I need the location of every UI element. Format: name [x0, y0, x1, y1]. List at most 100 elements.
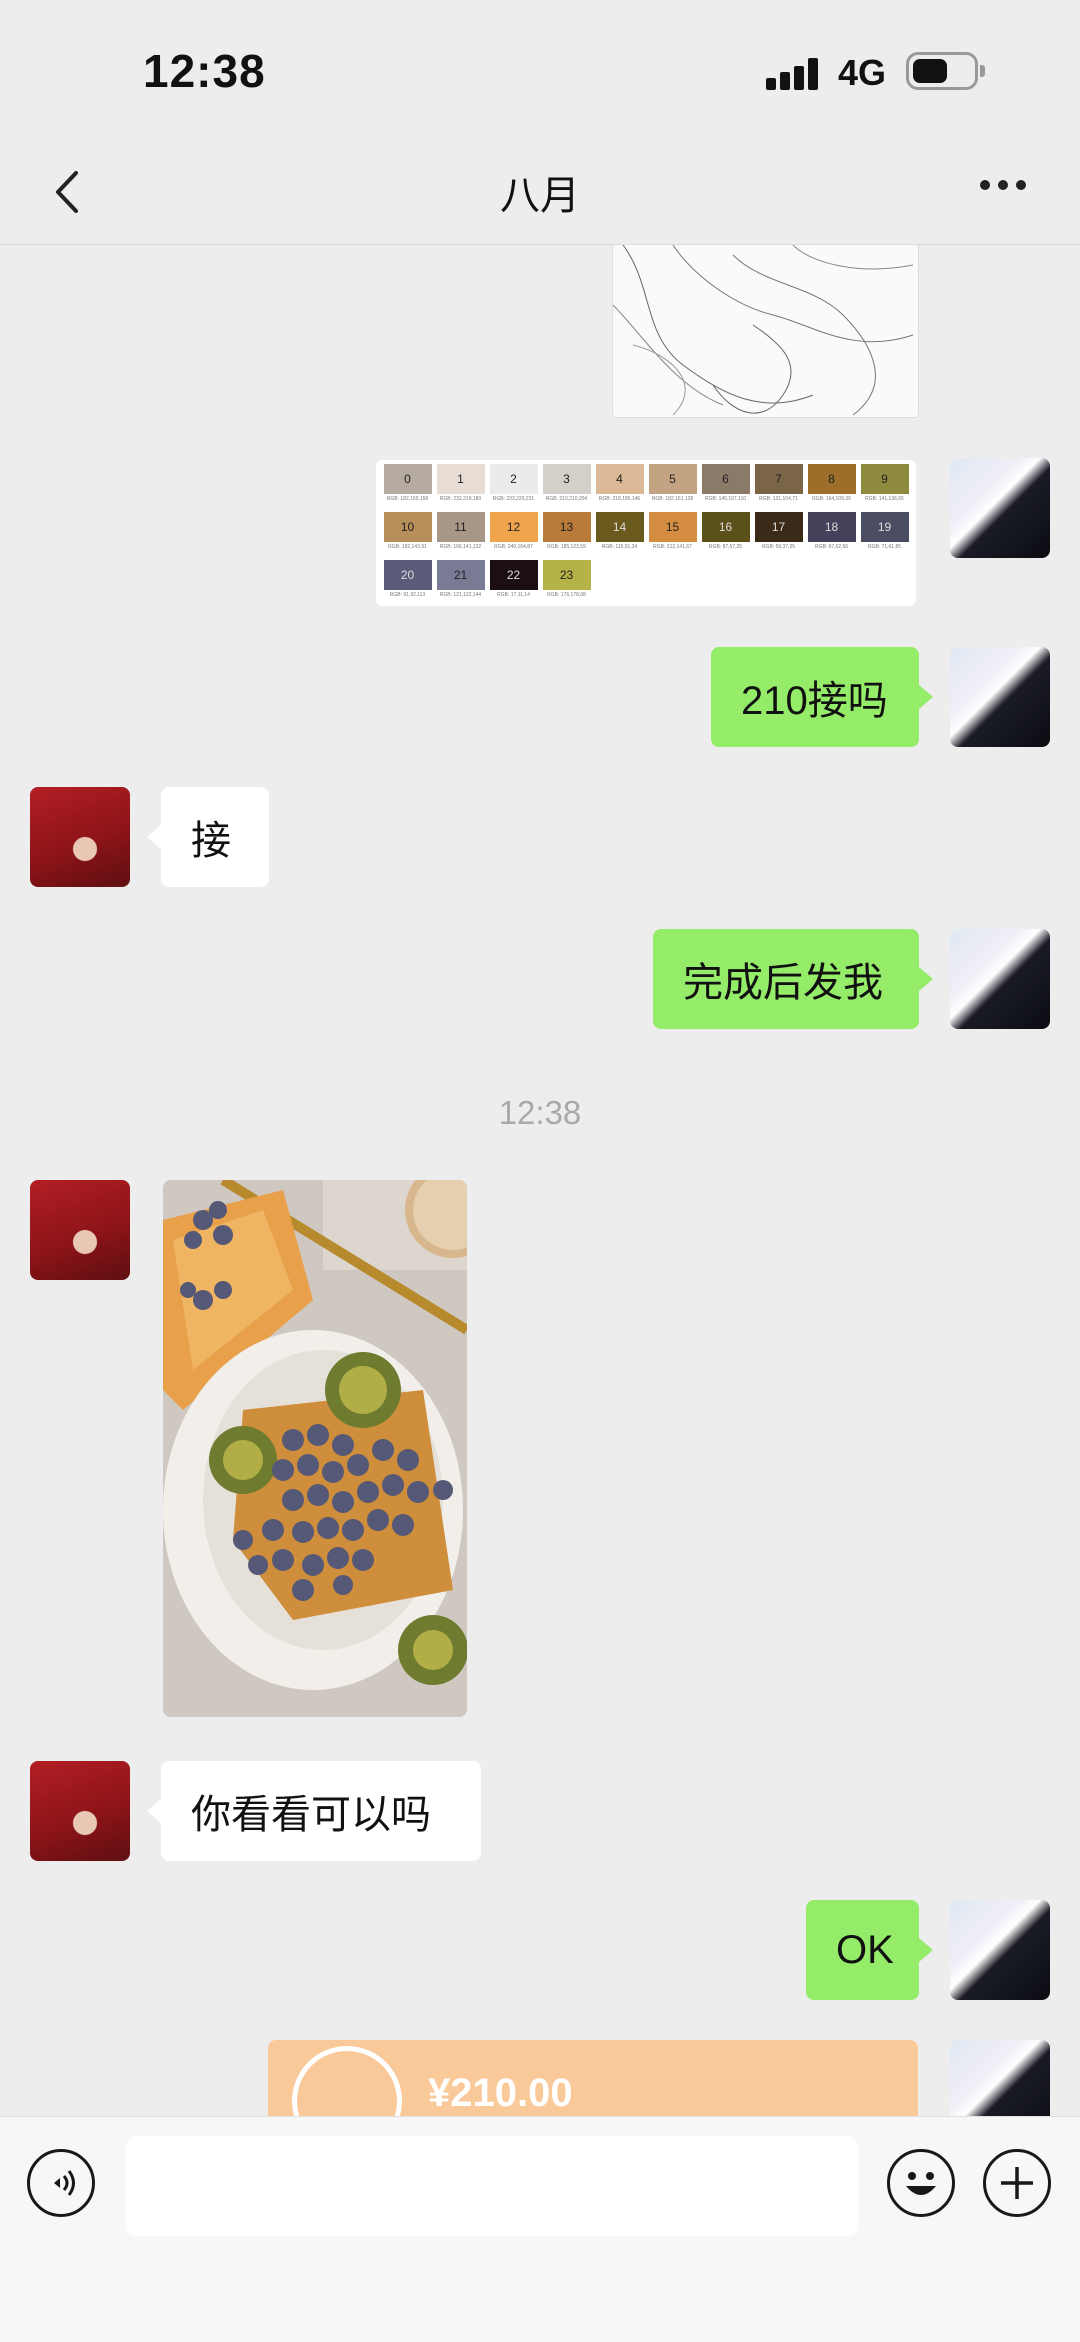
palette-swatch-rgb: RGB: 176,178,68: [547, 592, 586, 598]
palette-swatch: 15 RGB: 212,141,67: [646, 512, 699, 556]
status-time: 12:38: [143, 45, 266, 97]
palette-swatch: 7 RGB: 131,104,71: [752, 464, 805, 508]
message-bubble-sent[interactable]: OK: [806, 1900, 919, 2000]
palette-swatch: 20 RGB: 91,92,113: [381, 560, 434, 604]
signal-icon: [766, 56, 822, 90]
emoji-icon[interactable]: [887, 2149, 955, 2217]
palette-swatch-rgb: RGB: 67,62,56: [814, 544, 849, 550]
palette-swatch-number: 12: [489, 512, 538, 542]
palette-swatch: 0 RGB: 182,169,158: [381, 464, 434, 508]
battery-icon: [906, 52, 985, 90]
voice-icon[interactable]: [27, 2149, 95, 2217]
palette-swatch-number: 11: [436, 512, 485, 542]
palette-swatch-rgb: RGB: 240,164,87: [494, 544, 533, 550]
palette-swatch-rgb: RGB: 140,107,110: [704, 496, 747, 502]
avatar-me[interactable]: [950, 929, 1050, 1029]
palette-swatch-number: 19: [860, 512, 909, 542]
palette-swatch-rgb: RGB: 59,37,25: [761, 544, 796, 550]
palette-swatch-number: 1: [436, 464, 485, 494]
palette-swatch-rgb: RGB: 232,219,180: [439, 496, 482, 502]
avatar-other[interactable]: [30, 1761, 130, 1861]
palette-swatch-rgb: RGB: 164,109,39: [812, 496, 851, 502]
palette-swatch: 19 RGB: 71,61,85: [858, 512, 911, 556]
palette-swatch: 11 RGB: 166,141,132: [434, 512, 487, 556]
bubble-tail: [919, 1938, 933, 1962]
palette-swatch: 3 RGB: 210,210,204: [540, 464, 593, 508]
palette-swatch-number: 18: [807, 512, 856, 542]
sketch-image[interactable]: [612, 244, 919, 418]
palette-swatch-number: 6: [701, 464, 750, 494]
palette-swatch-rgb: RGB: 182,161,128: [651, 496, 694, 502]
chat-title: 八月: [500, 174, 580, 218]
palette-swatch: 22 RGB: 17,11,14: [487, 560, 540, 604]
palette-swatch: 12 RGB: 240,164,87: [487, 512, 540, 556]
chat-timestamp: 12:38: [498, 1094, 582, 1131]
palette-swatch-number: 8: [807, 464, 856, 494]
bubble-tail: [147, 1799, 161, 1823]
palette-swatch-number: 21: [436, 560, 485, 590]
palette-swatch: 10 RGB: 182,143,91: [381, 512, 434, 556]
palette-swatch: 6 RGB: 140,107,110: [699, 464, 752, 508]
message-bubble-sent[interactable]: 完成后发我: [653, 929, 919, 1029]
palette-swatch-number: 23: [542, 560, 591, 590]
palette-swatch-rgb: RGB: 87,67,25: [708, 544, 743, 550]
message-bubble-received[interactable]: 你看看可以吗: [161, 1761, 481, 1861]
palette-swatch: 13 RGB: 185,123,59: [540, 512, 593, 556]
palette-swatch-rgb: RGB: 131,104,71: [759, 496, 798, 502]
palette-swatch: 4 RGB: 218,186,146: [593, 464, 646, 508]
network-type: 4G: [838, 52, 887, 93]
palette-swatch-number: 0: [383, 464, 432, 494]
palette-swatch: 5 RGB: 182,161,128: [646, 464, 699, 508]
avatar-me[interactable]: [950, 1900, 1050, 2000]
palette-swatch-number: 16: [701, 512, 750, 542]
palette-swatch: 2 RGB: 233,229,231: [487, 464, 540, 508]
palette-swatch-number: 9: [860, 464, 909, 494]
avatar-other[interactable]: [30, 787, 130, 887]
plus-icon[interactable]: [983, 2149, 1051, 2217]
palette-swatch: 1 RGB: 232,219,180: [434, 464, 487, 508]
palette-swatch: 9 RGB: 141,136,65: [858, 464, 911, 508]
palette-swatch-number: 4: [595, 464, 644, 494]
palette-swatch: 14 RGB: 115,91,34: [593, 512, 646, 556]
palette-swatch: 18 RGB: 67,62,56: [805, 512, 858, 556]
palette-swatch-rgb: RGB: 182,143,91: [388, 544, 427, 550]
palette-swatch-rgb: RGB: 210,210,204: [545, 496, 588, 502]
palette-swatch-number: 7: [754, 464, 803, 494]
palette-swatch-rgb: RGB: 17,11,14: [497, 592, 530, 598]
palette-swatch-rgb: RGB: 91,92,113: [389, 592, 426, 598]
avatar-me[interactable]: [950, 458, 1050, 558]
message-bubble-received[interactable]: 接: [161, 787, 269, 887]
palette-swatch-number: 22: [489, 560, 538, 590]
palette-swatch: 21 RGB: 121,122,144: [434, 560, 487, 604]
avatar-me[interactable]: [950, 647, 1050, 747]
palette-swatch-number: 10: [383, 512, 432, 542]
message-bubble-sent[interactable]: 210接吗: [711, 647, 919, 747]
palette-swatch-rgb: RGB: 182,169,158: [386, 496, 429, 502]
palette-swatch-rgb: RGB: 115,91,34: [601, 544, 638, 550]
palette-swatch-rgb: RGB: 141,136,65: [865, 496, 904, 502]
palette-swatch-number: 17: [754, 512, 803, 542]
palette-swatch-rgb: RGB: 185,123,59: [547, 544, 586, 550]
palette-swatch-number: 14: [595, 512, 644, 542]
avatar-other[interactable]: [30, 1180, 130, 1280]
more-dots-icon[interactable]: [980, 180, 1026, 190]
bubble-tail: [147, 825, 161, 849]
palette-swatch-rgb: RGB: 233,229,231: [492, 496, 535, 502]
palette-swatch-number: 13: [542, 512, 591, 542]
palette-swatch: 23 RGB: 176,178,68: [540, 560, 593, 604]
food-image[interactable]: [163, 1180, 467, 1717]
message-input[interactable]: [126, 2136, 858, 2236]
palette-swatch-number: 15: [648, 512, 697, 542]
palette-swatch: 8 RGB: 164,109,39: [805, 464, 858, 508]
transfer-amount: ¥210.00: [428, 2071, 573, 2115]
color-palette-image[interactable]: 0 RGB: 182,169,158 1 RGB: 232,219,180 2 RGB: …: [376, 460, 916, 606]
palette-swatch-rgb: RGB: 71,61,85: [867, 544, 902, 550]
palette-swatch-rgb: RGB: 218,186,146: [598, 496, 641, 502]
palette-swatch: 17 RGB: 59,37,25: [752, 512, 805, 556]
palette-swatch-number: 2: [489, 464, 538, 494]
bubble-tail: [919, 967, 933, 991]
bubble-tail: [919, 685, 933, 709]
palette-swatch-rgb: RGB: 121,122,144: [439, 592, 482, 598]
palette-swatch-rgb: RGB: 166,141,132: [439, 544, 482, 550]
palette-swatch-number: 5: [648, 464, 697, 494]
